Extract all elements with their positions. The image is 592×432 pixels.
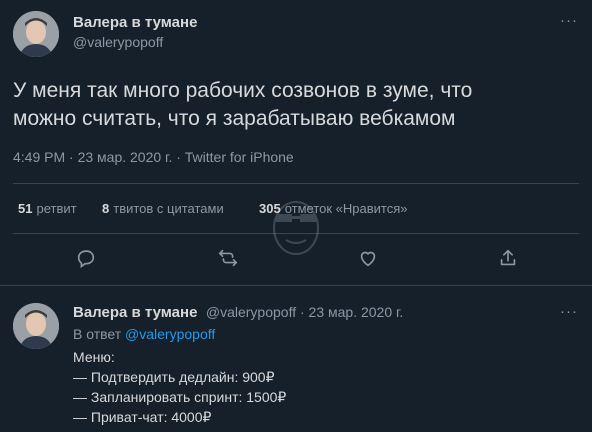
quotes-count: 8 (102, 201, 110, 216)
quotes-label: твитов с цитатами (113, 201, 224, 216)
tweet-timestamp[interactable]: 4:49 PM · 23 мар. 2020 г. · Twitter for … (13, 149, 294, 165)
tweet-text-line: У меня так много рабочих созвонов в зуме… (13, 79, 473, 102)
reply-text-line: — Запланировать спринт: 1500₽ (73, 389, 287, 405)
like-icon[interactable] (357, 247, 379, 274)
reply-author-handle[interactable]: @valerypopoff · 23 мар. 2020 г. (206, 304, 403, 320)
watermark-face-icon (236, 180, 356, 260)
tweet-text: У меня так много рабочих созвонов в зуме… (13, 77, 553, 133)
in-reply-handle-link[interactable]: @valerypopoff (125, 326, 215, 342)
author-avatar[interactable] (13, 11, 59, 57)
reply-header: Валера в тумане @valerypopoff · 23 мар. … (73, 304, 403, 322)
reply-text-line: — Приват-чат: 4000₽ (73, 409, 212, 425)
retweets-count: 51 (18, 201, 33, 216)
in-reply-prefix: В ответ (73, 326, 126, 342)
in-reply-to: В ответ @valerypopoff (73, 326, 215, 342)
retweets-stat[interactable]: 51 ретвит (18, 201, 77, 216)
reply-text: Меню: — Подтвердить дедлайн: 900₽ — Запл… (73, 347, 286, 427)
reply-text-line: — Подтвердить дедлайн: 900₽ (73, 369, 275, 385)
share-icon[interactable] (497, 247, 519, 274)
tweet-text-line: можно считать, что я зарабатываю вебкамо… (13, 107, 456, 130)
reply-author-name[interactable]: Валера в тумане (73, 304, 197, 321)
reply-icon[interactable] (75, 247, 97, 274)
reply-author-avatar[interactable] (13, 303, 59, 349)
retweets-label: ретвит (36, 201, 77, 216)
author-name[interactable]: Валера в тумане (73, 14, 197, 31)
reply-more-icon[interactable]: ··· (560, 303, 578, 320)
divider (0, 285, 592, 286)
retweet-icon[interactable] (217, 247, 239, 274)
quotes-stat[interactable]: 8 твитов с цитатами (102, 201, 224, 216)
author-handle[interactable]: @valerypopoff (73, 34, 163, 50)
reply-text-line: Меню: (73, 349, 115, 365)
more-icon[interactable]: ··· (560, 12, 578, 29)
